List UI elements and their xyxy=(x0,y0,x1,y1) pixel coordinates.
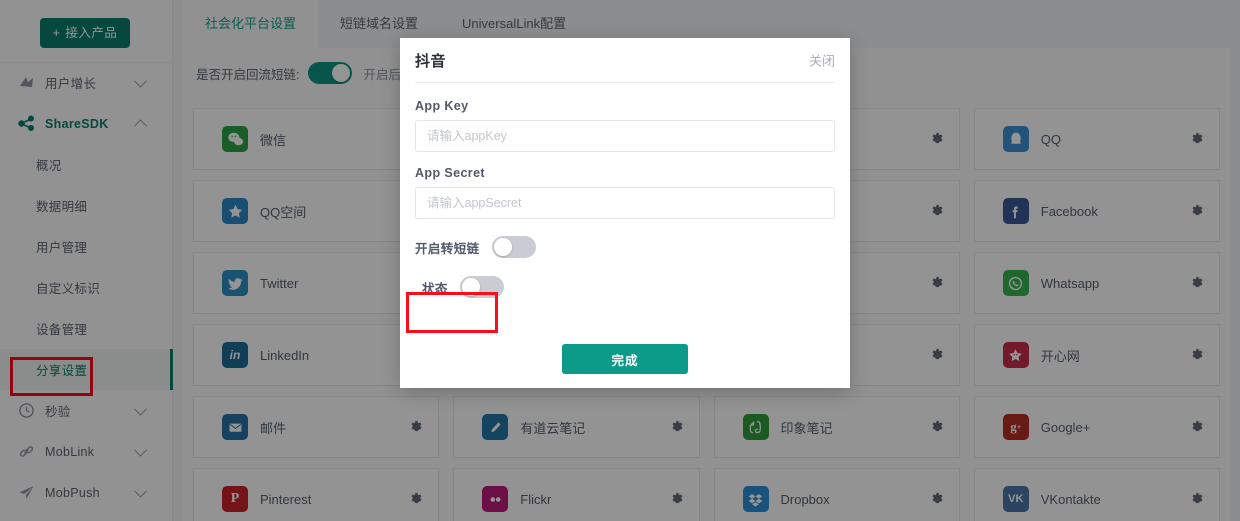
status-label: 状态 xyxy=(422,281,448,296)
app-key-input[interactable] xyxy=(415,120,835,152)
status-toggle[interactable] xyxy=(459,276,504,298)
toggle-knob xyxy=(493,238,512,256)
toggle-knob xyxy=(461,278,480,296)
app-key-label: App Key xyxy=(415,99,469,113)
modal-close-button[interactable]: 关闭 xyxy=(809,51,835,70)
shorten-link-toggle[interactable] xyxy=(491,236,536,258)
submit-button[interactable]: 完成 xyxy=(562,344,688,374)
app-secret-input[interactable] xyxy=(415,187,835,219)
modal-title: 抖音 xyxy=(415,52,447,70)
app-root: + 接入产品 用户增长 ShareSDK 概况 数据明细 用户管理 自定义标识 … xyxy=(0,0,1240,521)
shorten-link-label: 开启转短链 xyxy=(415,241,480,256)
modal-body: App Key App Secret 开启转短链 状态 xyxy=(400,83,850,298)
status-row: 状态 xyxy=(422,276,835,298)
modal-header: 抖音 关闭 xyxy=(415,38,835,83)
field-spacer xyxy=(415,152,835,166)
modal-footer: 完成 xyxy=(400,344,850,374)
shorten-link-row: 开启转短链 xyxy=(415,236,835,258)
app-secret-label: App Secret xyxy=(415,166,485,180)
platform-config-modal: 抖音 关闭 App Key App Secret 开启转短链 状态 xyxy=(400,38,850,388)
